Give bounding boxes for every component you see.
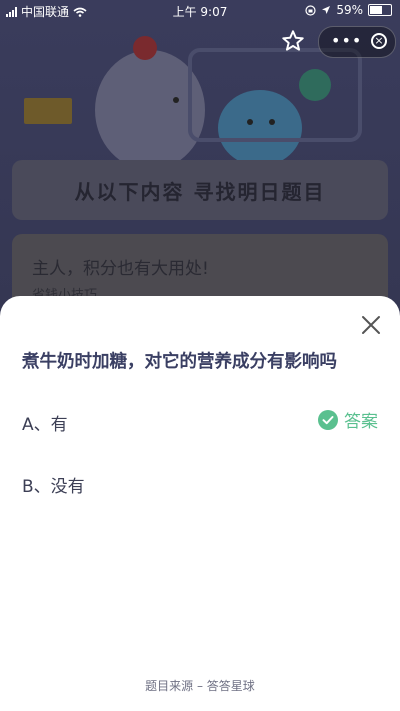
answer-label: 答案 bbox=[344, 412, 378, 432]
status-right: 59% bbox=[305, 3, 392, 17]
quiz-bottom-sheet: 煮牛奶时加糖，对它的营养成分有影响吗 A、有 答案 B、没有 题目来源 – 答答… bbox=[0, 296, 400, 711]
answer-tag: 答案 bbox=[318, 407, 378, 432]
promo-title: 主人，积分也有大用处! bbox=[32, 259, 209, 279]
question-text: 煮牛奶时加糖，对它的营养成分有影响吗 bbox=[22, 352, 337, 372]
mini-program-capsule: ••• × bbox=[318, 26, 396, 58]
battery-icon bbox=[368, 4, 392, 16]
location-arrow-icon bbox=[322, 6, 331, 14]
star-favorite-icon[interactable] bbox=[280, 28, 306, 54]
check-circle-icon bbox=[318, 409, 338, 430]
option-b[interactable]: B、没有 bbox=[22, 472, 378, 497]
exit-mini-program-icon[interactable]: × bbox=[371, 33, 387, 49]
banner-title: 从以下内容 寻找明日题目 bbox=[74, 180, 326, 204]
status-bar: 中国联通 上午 9:07 59% bbox=[0, 0, 400, 22]
more-options-icon[interactable]: ••• bbox=[331, 31, 362, 50]
question-source: 题目来源 – 答答星球 bbox=[145, 679, 255, 693]
close-icon[interactable] bbox=[360, 314, 382, 336]
orientation-lock-icon bbox=[305, 4, 316, 16]
battery-percent: 59% bbox=[336, 3, 363, 17]
